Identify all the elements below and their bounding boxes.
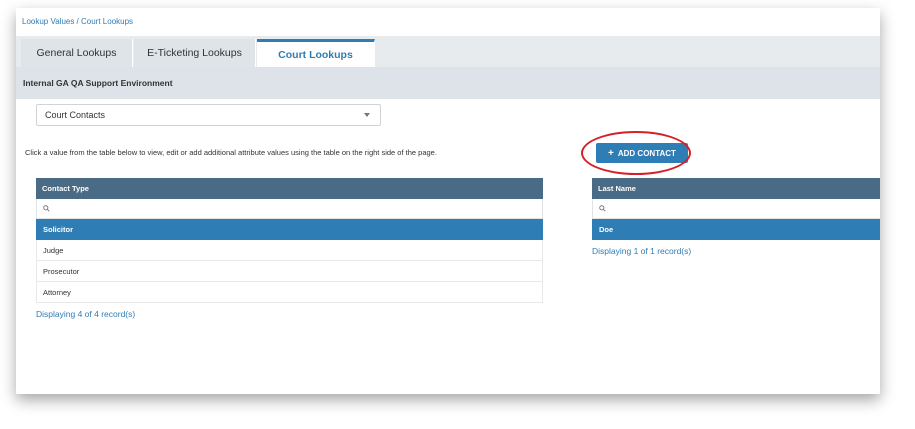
table-row[interactable]: Solicitor — [36, 219, 543, 240]
table-row[interactable]: Prosecutor — [36, 261, 543, 282]
table-row[interactable]: Judge — [36, 240, 543, 261]
contacts-record-count: Displaying 1 of 1 record(s) — [592, 246, 692, 256]
contact-type-filter[interactable] — [36, 199, 543, 219]
search-icon — [599, 205, 606, 212]
add-contact-label: ADD CONTACT — [617, 148, 676, 158]
table-row[interactable]: Doe — [592, 219, 880, 240]
lookup-type-value: Court Contacts — [45, 110, 106, 120]
contact-type-table: Contact Type Solicitor Judge Prosecutor … — [36, 178, 543, 319]
plus-icon: + — [608, 147, 614, 159]
search-icon — [43, 205, 50, 212]
instructions-text: Click a value from the table below to vi… — [25, 148, 437, 157]
last-name-header[interactable]: Last Name — [592, 178, 880, 199]
lookup-type-select[interactable]: Court Contacts — [36, 104, 381, 126]
tab-court-lookups[interactable]: Court Lookups — [257, 39, 375, 67]
table-row[interactable]: Attorney — [36, 282, 543, 303]
tab-general-lookups[interactable]: General Lookups — [21, 39, 133, 67]
environment-banner: Internal GA QA Support Environment — [16, 67, 880, 99]
last-name-filter[interactable] — [592, 199, 880, 219]
contacts-table: Last Name Doe Displaying 1 of 1 record(s… — [592, 178, 880, 256]
tab-bar: General Lookups E-Ticketing Lookups Cour… — [16, 36, 880, 67]
contact-type-header[interactable]: Contact Type — [36, 178, 543, 199]
app-window: Lookup Values / Court Lookups General Lo… — [16, 8, 880, 394]
chevron-down-icon — [364, 113, 370, 117]
contact-type-record-count: Displaying 4 of 4 record(s) — [36, 309, 136, 319]
tab-e-ticketing-lookups[interactable]: E-Ticketing Lookups — [134, 39, 256, 67]
breadcrumb[interactable]: Lookup Values / Court Lookups — [22, 17, 133, 26]
add-contact-button[interactable]: + ADD CONTACT — [596, 143, 688, 163]
